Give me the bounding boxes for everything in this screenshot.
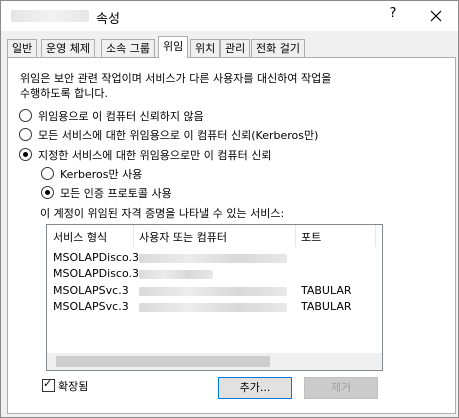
expanded-label: 확장됨 xyxy=(58,380,89,393)
column-header-port[interactable]: 포트 xyxy=(301,229,321,247)
list-item[interactable]: MSOLAPDisco.3 xyxy=(53,251,139,265)
list-item[interactable]: MSOLAPSvc.3 xyxy=(53,300,129,314)
tab-managed-by[interactable]: 관리 xyxy=(220,39,251,57)
tab-location[interactable]: 위치 xyxy=(190,39,221,57)
column-header-service-type[interactable]: 서비스 형식 xyxy=(53,229,107,247)
option-trust-specified-label: 지정한 서비스에 대한 위임용으로만 이 컴퓨터 신뢰 xyxy=(38,149,272,162)
properties-dialog: 속성 ? 일반 운영 체제 소속 그룹 위임 위치 관리 전화 걸기 위임은 보… xyxy=(0,0,459,418)
option-no-trust-label: 위임용으로 이 컴퓨터 신뢰하지 않음 xyxy=(38,110,204,123)
column-divider[interactable] xyxy=(133,225,134,247)
redacted-host-name xyxy=(139,303,287,312)
radio-no-trust[interactable] xyxy=(19,109,32,122)
title-bar: 속성 ? xyxy=(1,1,458,31)
services-label: 이 계정이 위임된 자격 증명을 나타낼 수 있는 서비스: xyxy=(40,207,285,220)
list-item[interactable]: MSOLAPSvc.3 xyxy=(53,284,129,298)
window-title: 속성 xyxy=(96,12,120,27)
redacted-host-name xyxy=(139,270,213,279)
cell-service-type: MSOLAPDisco.3 xyxy=(53,251,140,264)
description-line-1: 위임은 보안 관련 작업이며 서비스가 다른 사용자를 대신하여 작업을 xyxy=(20,72,332,85)
remove-button[interactable]: 제거 xyxy=(304,377,378,399)
scrollbar-thumb[interactable] xyxy=(56,356,270,367)
redacted-object-name xyxy=(11,10,89,22)
cell-service-type: MSOLAPDisco.3 xyxy=(53,267,140,280)
horizontal-scrollbar[interactable] xyxy=(47,353,382,370)
column-header-user-or-computer[interactable]: 사용자 또는 컴퓨터 xyxy=(139,229,227,247)
radio-trust-any-kerberos[interactable] xyxy=(19,128,32,141)
tab-delegation[interactable]: 위임 xyxy=(158,36,189,58)
cell-port: TABULAR xyxy=(301,284,352,297)
column-divider[interactable] xyxy=(295,225,296,247)
redacted-host-name xyxy=(139,254,287,263)
add-button[interactable]: 추가... xyxy=(218,377,292,399)
expanded-checkbox[interactable] xyxy=(42,377,55,392)
tab-dial-in[interactable]: 전화 걸기 xyxy=(251,39,305,57)
radio-trust-specified[interactable] xyxy=(19,148,32,161)
description-line-2: 수행하도록 합니다. xyxy=(20,87,108,100)
column-divider[interactable] xyxy=(375,225,376,247)
tab-general[interactable]: 일반 xyxy=(7,39,38,57)
help-button[interactable]: ? xyxy=(382,6,404,26)
radio-any-protocol[interactable] xyxy=(41,186,54,199)
option-kerberos-only-label: Kerberos만 사용 xyxy=(60,168,143,181)
cell-service-type: MSOLAPSvc.3 xyxy=(53,300,129,313)
radio-kerberos-only[interactable] xyxy=(41,167,54,180)
tab-operating-system[interactable]: 운영 체제 xyxy=(41,39,95,57)
list-item[interactable]: MSOLAPDisco.3 xyxy=(53,267,139,281)
services-list[interactable]: 서비스 형식 사용자 또는 컴퓨터 포트 MSOLAPDisco.3 MSOLA… xyxy=(46,224,383,371)
redacted-host-name xyxy=(139,287,287,296)
tab-member-of[interactable]: 소속 그룹 xyxy=(101,39,155,57)
option-trust-any-kerberos-label: 모든 서비스에 대한 위임용으로 이 컴퓨터 신뢰(Kerberos만) xyxy=(38,129,319,142)
option-any-protocol-label: 모든 인증 프로토콜 사용 xyxy=(60,187,172,200)
cell-service-type: MSOLAPSvc.3 xyxy=(53,284,129,297)
cell-port: TABULAR xyxy=(301,300,352,313)
close-button[interactable] xyxy=(425,5,447,27)
close-icon xyxy=(430,10,442,22)
delegation-panel: 위임은 보안 관련 작업이며 서비스가 다른 사용자를 대신하여 작업을 수행하… xyxy=(7,57,456,414)
